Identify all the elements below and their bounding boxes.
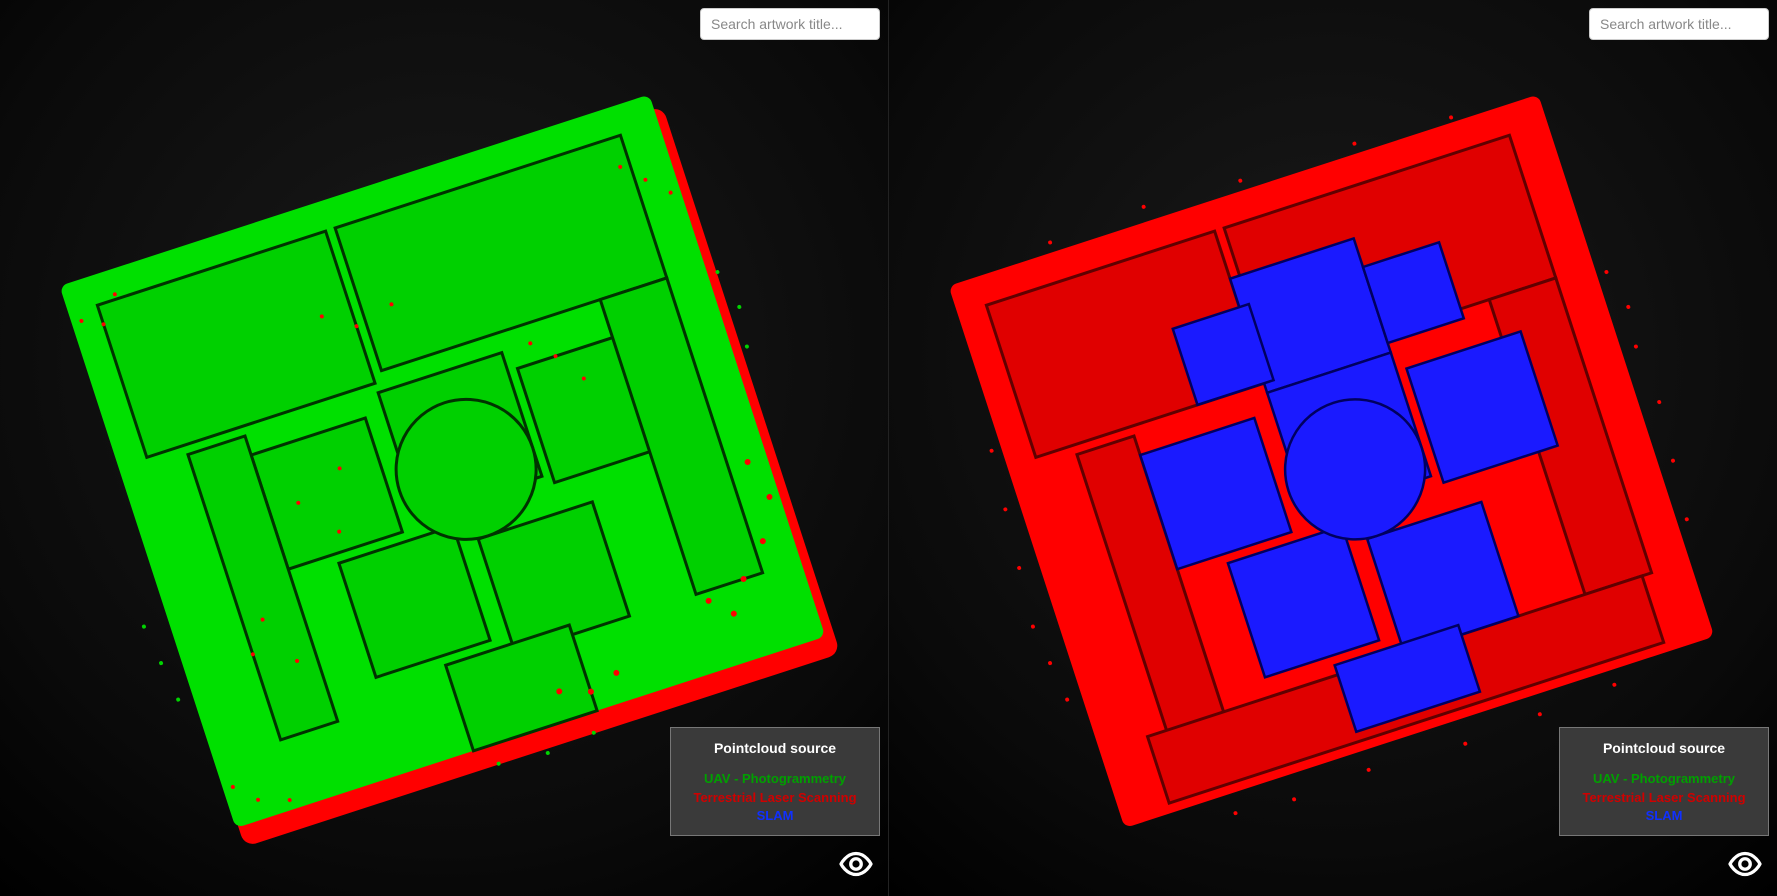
search-input-right[interactable] (1589, 8, 1769, 40)
legend-item-uav: UAV - Photogrammetry (1570, 770, 1758, 788)
right-viewport[interactable]: Pointcloud source UAV - Photogrammetry T… (889, 0, 1777, 896)
eye-icon (1727, 870, 1763, 885)
toggle-visibility-button-right[interactable] (1727, 846, 1763, 882)
legend-left: Pointcloud source UAV - Photogrammetry T… (670, 727, 880, 836)
legend-right: Pointcloud source UAV - Photogrammetry T… (1559, 727, 1769, 836)
left-viewport[interactable]: Pointcloud source UAV - Photogrammetry T… (0, 0, 889, 896)
toggle-visibility-button-left[interactable] (838, 846, 874, 882)
legend-item-slam: SLAM (1570, 807, 1758, 825)
legend-item-tls: Terrestrial Laser Scanning (681, 789, 869, 807)
legend-item-uav: UAV - Photogrammetry (681, 770, 869, 788)
search-input-left[interactable] (700, 8, 880, 40)
legend-title: Pointcloud source (1570, 740, 1758, 756)
eye-icon (838, 870, 874, 885)
legend-item-tls: Terrestrial Laser Scanning (1570, 789, 1758, 807)
legend-title: Pointcloud source (681, 740, 869, 756)
app-split-view: Pointcloud source UAV - Photogrammetry T… (0, 0, 1777, 896)
legend-item-slam: SLAM (681, 807, 869, 825)
